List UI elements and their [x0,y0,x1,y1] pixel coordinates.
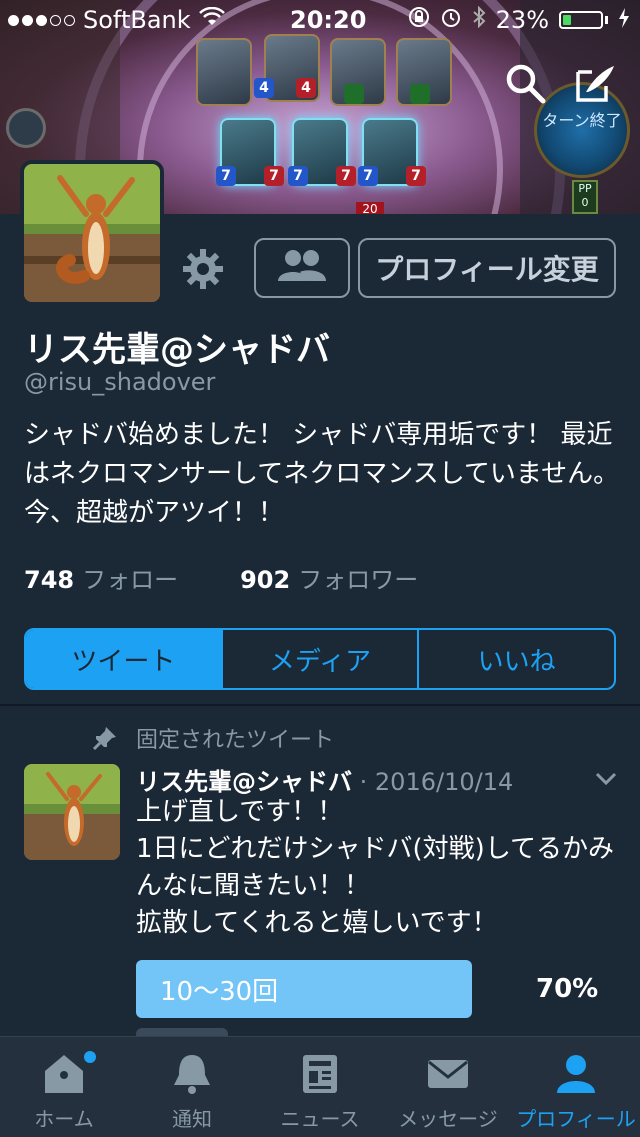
news-icon [303,1055,337,1093]
followers-stat[interactable]: 902 フォロワー [240,560,418,595]
notification-dot [84,1051,96,1063]
poll-option-label: 10〜30回 [160,976,279,1007]
following-stat[interactable]: 748 フォロー [24,560,178,595]
settings-gear-icon[interactable] [180,246,226,292]
tabbar-label-news: ニュース [280,1107,360,1131]
mail-icon [428,1060,468,1088]
compose-tweet-icon[interactable] [574,62,616,104]
poll-option-percent: 70% [536,974,599,1004]
carrier-name: SoftBank [83,6,191,34]
lists-people-button[interactable] [254,238,350,298]
person-icon [557,1055,595,1093]
tweet-avatar[interactable] [24,764,120,860]
scroll-icon [6,108,46,148]
board-number: 20 [356,202,384,214]
signal-strength-icon [8,14,75,26]
following-label: フォロー [82,566,179,594]
tab-media[interactable]: メディア [220,630,418,688]
tab-tweets[interactable]: ツイート [26,630,221,688]
battery-percent: 23% [495,6,549,34]
board-card [196,38,252,106]
followers-label: フォロワー [298,566,419,594]
tabbar-home[interactable]: ホーム [0,1037,128,1137]
tabbar-profile[interactable]: プロフィール [512,1037,640,1137]
pin-icon [92,725,118,751]
bell-icon [174,1055,210,1094]
tabbar-label-messages: メッセージ [398,1107,498,1131]
tweet-text: 上げ直しです！！ 1日にどれだけシャドバ(対戦)してるかみんなに聞きたい！！ 拡… [136,797,615,938]
pp-indicator: PP 0 [572,180,598,214]
battery-icon [559,11,603,29]
home-icon [45,1055,83,1093]
pinned-tweet-header: 固定されたツイート [92,722,334,754]
profile-tabs: ツイート メディア いいね [24,628,616,690]
orientation-lock-icon [408,6,430,34]
alarm-icon [440,6,462,34]
edit-profile-button[interactable]: プロフィール変更 [358,238,616,298]
tweet-author-name[interactable]: リス先輩@シャドバ [136,768,352,796]
poll-option-bar: 10〜30回 [136,960,472,1018]
wifi-icon [198,6,225,33]
pinned-label: 固定されたツイート [136,728,335,753]
profile-name: リス先輩@シャドバ [24,330,330,370]
tabbar-label-notifications: 通知 [172,1107,212,1131]
profile-bio: シャドバ始めました！ シャドバ専用垢です！ 最近はネクロマンサーしてネクロマンス… [24,420,620,528]
tabbar-messages[interactable]: メッセージ [384,1037,512,1137]
bluetooth-icon [472,5,486,34]
status-bar: SoftBank 20:20 23% [0,0,640,40]
tabbar-notifications[interactable]: 通知 [128,1037,256,1137]
chevron-down-icon[interactable] [594,766,618,790]
tabbar-label-profile: プロフィール [516,1107,636,1131]
followers-count: 902 [240,566,291,594]
charging-icon [618,6,630,34]
bottom-tab-bar: ホーム 通知 ニュース メッセージ プロフィール [0,1036,640,1137]
tabbar-label-home: ホーム [34,1107,94,1131]
clock: 20:20 [290,6,367,34]
profile-handle: @risu_shadover [24,368,216,396]
tweet-date: · 2016/10/14 [359,768,514,796]
people-icon [274,247,330,290]
tabbar-news[interactable]: ニュース [256,1037,384,1137]
tweet-header: リス先輩@シャドバ · 2016/10/14 [136,762,513,797]
tab-likes[interactable]: いいね [417,630,614,688]
search-icon[interactable] [504,62,546,104]
following-count: 748 [24,566,75,594]
section-divider [0,704,640,706]
profile-stats: 748 フォロー 902 フォロワー [24,560,418,595]
profile-avatar[interactable] [20,160,164,306]
